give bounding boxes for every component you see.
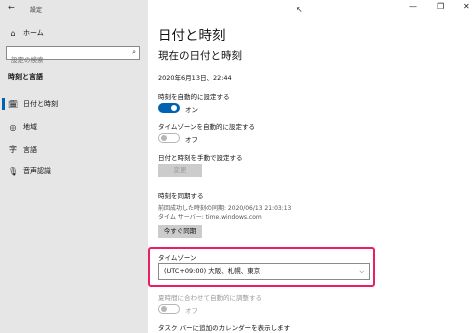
mouse-cursor-icon: ↖ [296,5,303,14]
window-title: 設定 [30,7,43,14]
auto-timezone-toggle[interactable] [158,133,180,143]
last-sync-text: 前回成功した時刻の同期: 2020/06/13 21:03:13 [158,205,292,212]
auto-time-label: 時刻を自動的に設定する [158,93,230,101]
auto-timezone-state: オフ [185,136,198,144]
toggle-knob [171,105,177,111]
toggle-knob [161,135,167,141]
search-box[interactable]: ⌕ [6,46,140,66]
timezone-label: タイムゾーン [158,254,197,262]
sidebar-item-label: 音声認識 [23,167,51,175]
current-datetime-heading: 現在の日付と時刻 [158,50,242,62]
dst-toggle[interactable] [158,304,180,314]
change-button[interactable]: 変更 [158,164,202,177]
active-indicator [2,98,5,110]
sidebar-item-date-time[interactable]: 🗓 日付と時刻 [8,99,58,109]
auto-time-state: オン [185,106,198,114]
sidebar-section-title: 時刻と言語 [8,73,43,81]
page-title: 日付と時刻 [158,28,226,44]
manual-datetime-label: 日付と時刻を手動で設定する [158,154,243,162]
toggle-knob [161,306,167,312]
sidebar-item-speech[interactable]: 🎙 音声認識 [8,166,51,176]
maximize-button[interactable]: ❐ [437,2,444,11]
search-input[interactable] [7,54,121,66]
auto-time-toggle[interactable] [158,103,180,113]
sync-now-button[interactable]: 今すぐ同期 [158,225,202,238]
dst-label: 夏時間に合わせて自動的に調整する [158,294,262,302]
globe-icon: ◎ [9,122,17,132]
timezone-selected-value: (UTC+09:00) 大阪、札幌、東京 [164,267,261,275]
language-icon: 字 [9,145,17,154]
sidebar-home-label: ホーム [23,29,44,37]
microphone-icon: 🎙 [8,166,19,176]
close-button[interactable]: ✕ [463,2,470,11]
minimize-button[interactable]: — [409,2,417,11]
sidebar-item-label: 地域 [23,123,37,131]
sidebar-item-region[interactable]: ◎ 地域 [8,122,38,132]
taskbar-calendar-label: タスク バーに追加のカレンダーを表示します [158,324,291,332]
sidebar-item-label: 日付と時刻 [23,100,58,108]
sidebar-item-language[interactable]: 字 言語 [8,144,37,155]
sidebar-home[interactable]: ⌂ ホーム [8,28,44,38]
chevron-down-icon: ⌵ [359,268,364,275]
sidebar-item-label: 言語 [23,145,37,154]
time-server-text: タイム サーバー: time.windows.com [158,214,262,221]
current-datetime-value: 2020年6月13日、22:44 [158,74,232,82]
sync-heading: 時刻を同期する [158,192,204,200]
timezone-select[interactable]: (UTC+09:00) 大阪、札幌、東京 ⌵ [158,263,370,280]
back-arrow-icon[interactable]: ← [8,3,15,12]
search-icon[interactable]: ⌕ [132,48,136,57]
home-icon: ⌂ [10,28,16,38]
calendar-clock-icon: 🗓 [8,99,19,109]
auto-timezone-label: タイムゾーンを自動的に設定する [158,123,256,131]
dst-state: オフ [185,307,198,315]
